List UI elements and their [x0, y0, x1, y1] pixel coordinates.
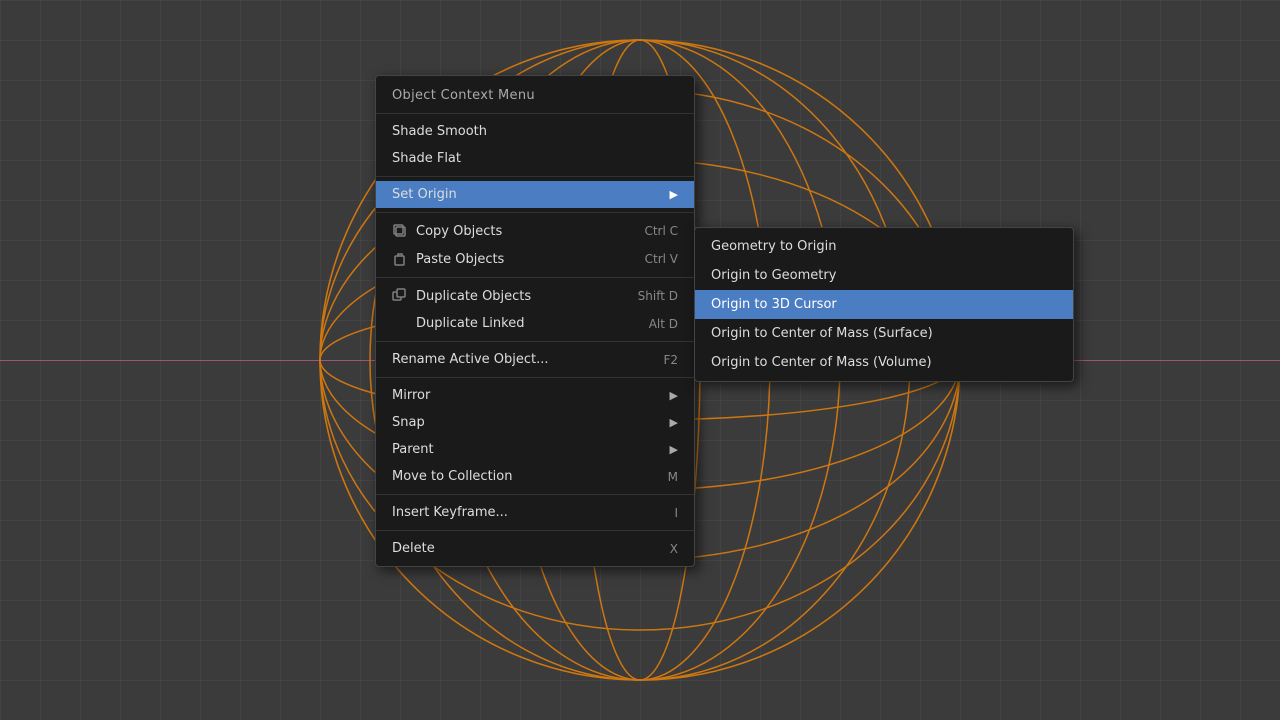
- context-menu: Object Context Menu Shade Smooth Shade F…: [375, 75, 695, 567]
- copy-objects-shortcut: Ctrl C: [644, 224, 678, 238]
- move-to-collection-shortcut: M: [668, 470, 678, 484]
- submenu-item-origin-to-3d-cursor[interactable]: Origin to 3D Cursor: [695, 290, 1073, 319]
- set-origin-submenu: Geometry to Origin Origin to Geometry Or…: [694, 227, 1074, 382]
- insert-keyframe-shortcut: I: [674, 506, 678, 520]
- delete-label: Delete: [392, 541, 435, 556]
- duplicate-objects-shortcut: Shift D: [638, 289, 678, 303]
- mirror-arrow: ▶: [670, 389, 678, 402]
- menu-item-mirror[interactable]: Mirror ▶: [376, 382, 694, 409]
- copy-icon: [392, 223, 408, 239]
- menu-item-rename-active-object[interactable]: Rename Active Object... F2: [376, 346, 694, 373]
- set-origin-label: Set Origin: [392, 187, 457, 202]
- origin-to-center-of-mass-surface-label: Origin to Center of Mass (Surface): [711, 326, 933, 341]
- divider-1: [376, 176, 694, 177]
- duplicate-linked-shortcut: Alt D: [649, 317, 678, 331]
- rename-active-object-shortcut: F2: [663, 353, 678, 367]
- paste-objects-shortcut: Ctrl V: [645, 252, 678, 266]
- menu-item-duplicate-linked[interactable]: Duplicate Linked Alt D: [376, 310, 694, 337]
- menu-item-shade-flat[interactable]: Shade Flat: [376, 145, 694, 172]
- submenu-item-origin-to-geometry[interactable]: Origin to Geometry: [695, 261, 1073, 290]
- paste-objects-label: Paste Objects: [416, 252, 504, 267]
- menu-item-parent[interactable]: Parent ▶: [376, 436, 694, 463]
- mirror-label: Mirror: [392, 388, 430, 403]
- move-to-collection-label: Move to Collection: [392, 469, 512, 484]
- menu-item-paste-objects[interactable]: Paste Objects Ctrl V: [376, 245, 694, 273]
- rename-active-object-label: Rename Active Object...: [392, 352, 549, 367]
- origin-to-3d-cursor-label: Origin to 3D Cursor: [711, 297, 837, 312]
- divider-5: [376, 377, 694, 378]
- menu-item-snap[interactable]: Snap ▶: [376, 409, 694, 436]
- delete-shortcut: X: [670, 542, 678, 556]
- menu-item-set-origin[interactable]: Set Origin ▶: [376, 181, 694, 208]
- divider-6: [376, 494, 694, 495]
- duplicate-linked-label: Duplicate Linked: [416, 316, 524, 331]
- menu-item-insert-keyframe[interactable]: Insert Keyframe... I: [376, 499, 694, 526]
- menu-item-delete[interactable]: Delete X: [376, 535, 694, 562]
- submenu-item-geometry-to-origin[interactable]: Geometry to Origin: [695, 232, 1073, 261]
- divider-2: [376, 212, 694, 213]
- duplicate-icon: [392, 288, 408, 304]
- set-origin-arrow: ▶: [670, 188, 678, 201]
- parent-label: Parent: [392, 442, 434, 457]
- submenu-item-origin-to-center-of-mass-surface[interactable]: Origin to Center of Mass (Surface): [695, 319, 1073, 348]
- divider-7: [376, 530, 694, 531]
- paste-icon: [392, 251, 408, 267]
- submenu-item-origin-to-center-of-mass-volume[interactable]: Origin to Center of Mass (Volume): [695, 348, 1073, 377]
- parent-arrow: ▶: [670, 443, 678, 456]
- divider-4: [376, 341, 694, 342]
- shade-flat-label: Shade Flat: [392, 151, 461, 166]
- divider-3: [376, 277, 694, 278]
- menu-item-copy-objects[interactable]: Copy Objects Ctrl C: [376, 217, 694, 245]
- origin-to-center-of-mass-volume-label: Origin to Center of Mass (Volume): [711, 355, 932, 370]
- menu-item-move-to-collection[interactable]: Move to Collection M: [376, 463, 694, 490]
- snap-arrow: ▶: [670, 416, 678, 429]
- menu-item-shade-smooth[interactable]: Shade Smooth: [376, 118, 694, 145]
- context-menu-wrapper: Object Context Menu Shade Smooth Shade F…: [375, 75, 1074, 567]
- duplicate-objects-label: Duplicate Objects: [416, 289, 531, 304]
- snap-label: Snap: [392, 415, 425, 430]
- shade-smooth-label: Shade Smooth: [392, 124, 487, 139]
- menu-item-duplicate-objects[interactable]: Duplicate Objects Shift D: [376, 282, 694, 310]
- geometry-to-origin-label: Geometry to Origin: [711, 239, 836, 254]
- copy-objects-label: Copy Objects: [416, 224, 502, 239]
- insert-keyframe-label: Insert Keyframe...: [392, 505, 508, 520]
- origin-to-geometry-label: Origin to Geometry: [711, 268, 836, 283]
- menu-title: Object Context Menu: [376, 80, 694, 114]
